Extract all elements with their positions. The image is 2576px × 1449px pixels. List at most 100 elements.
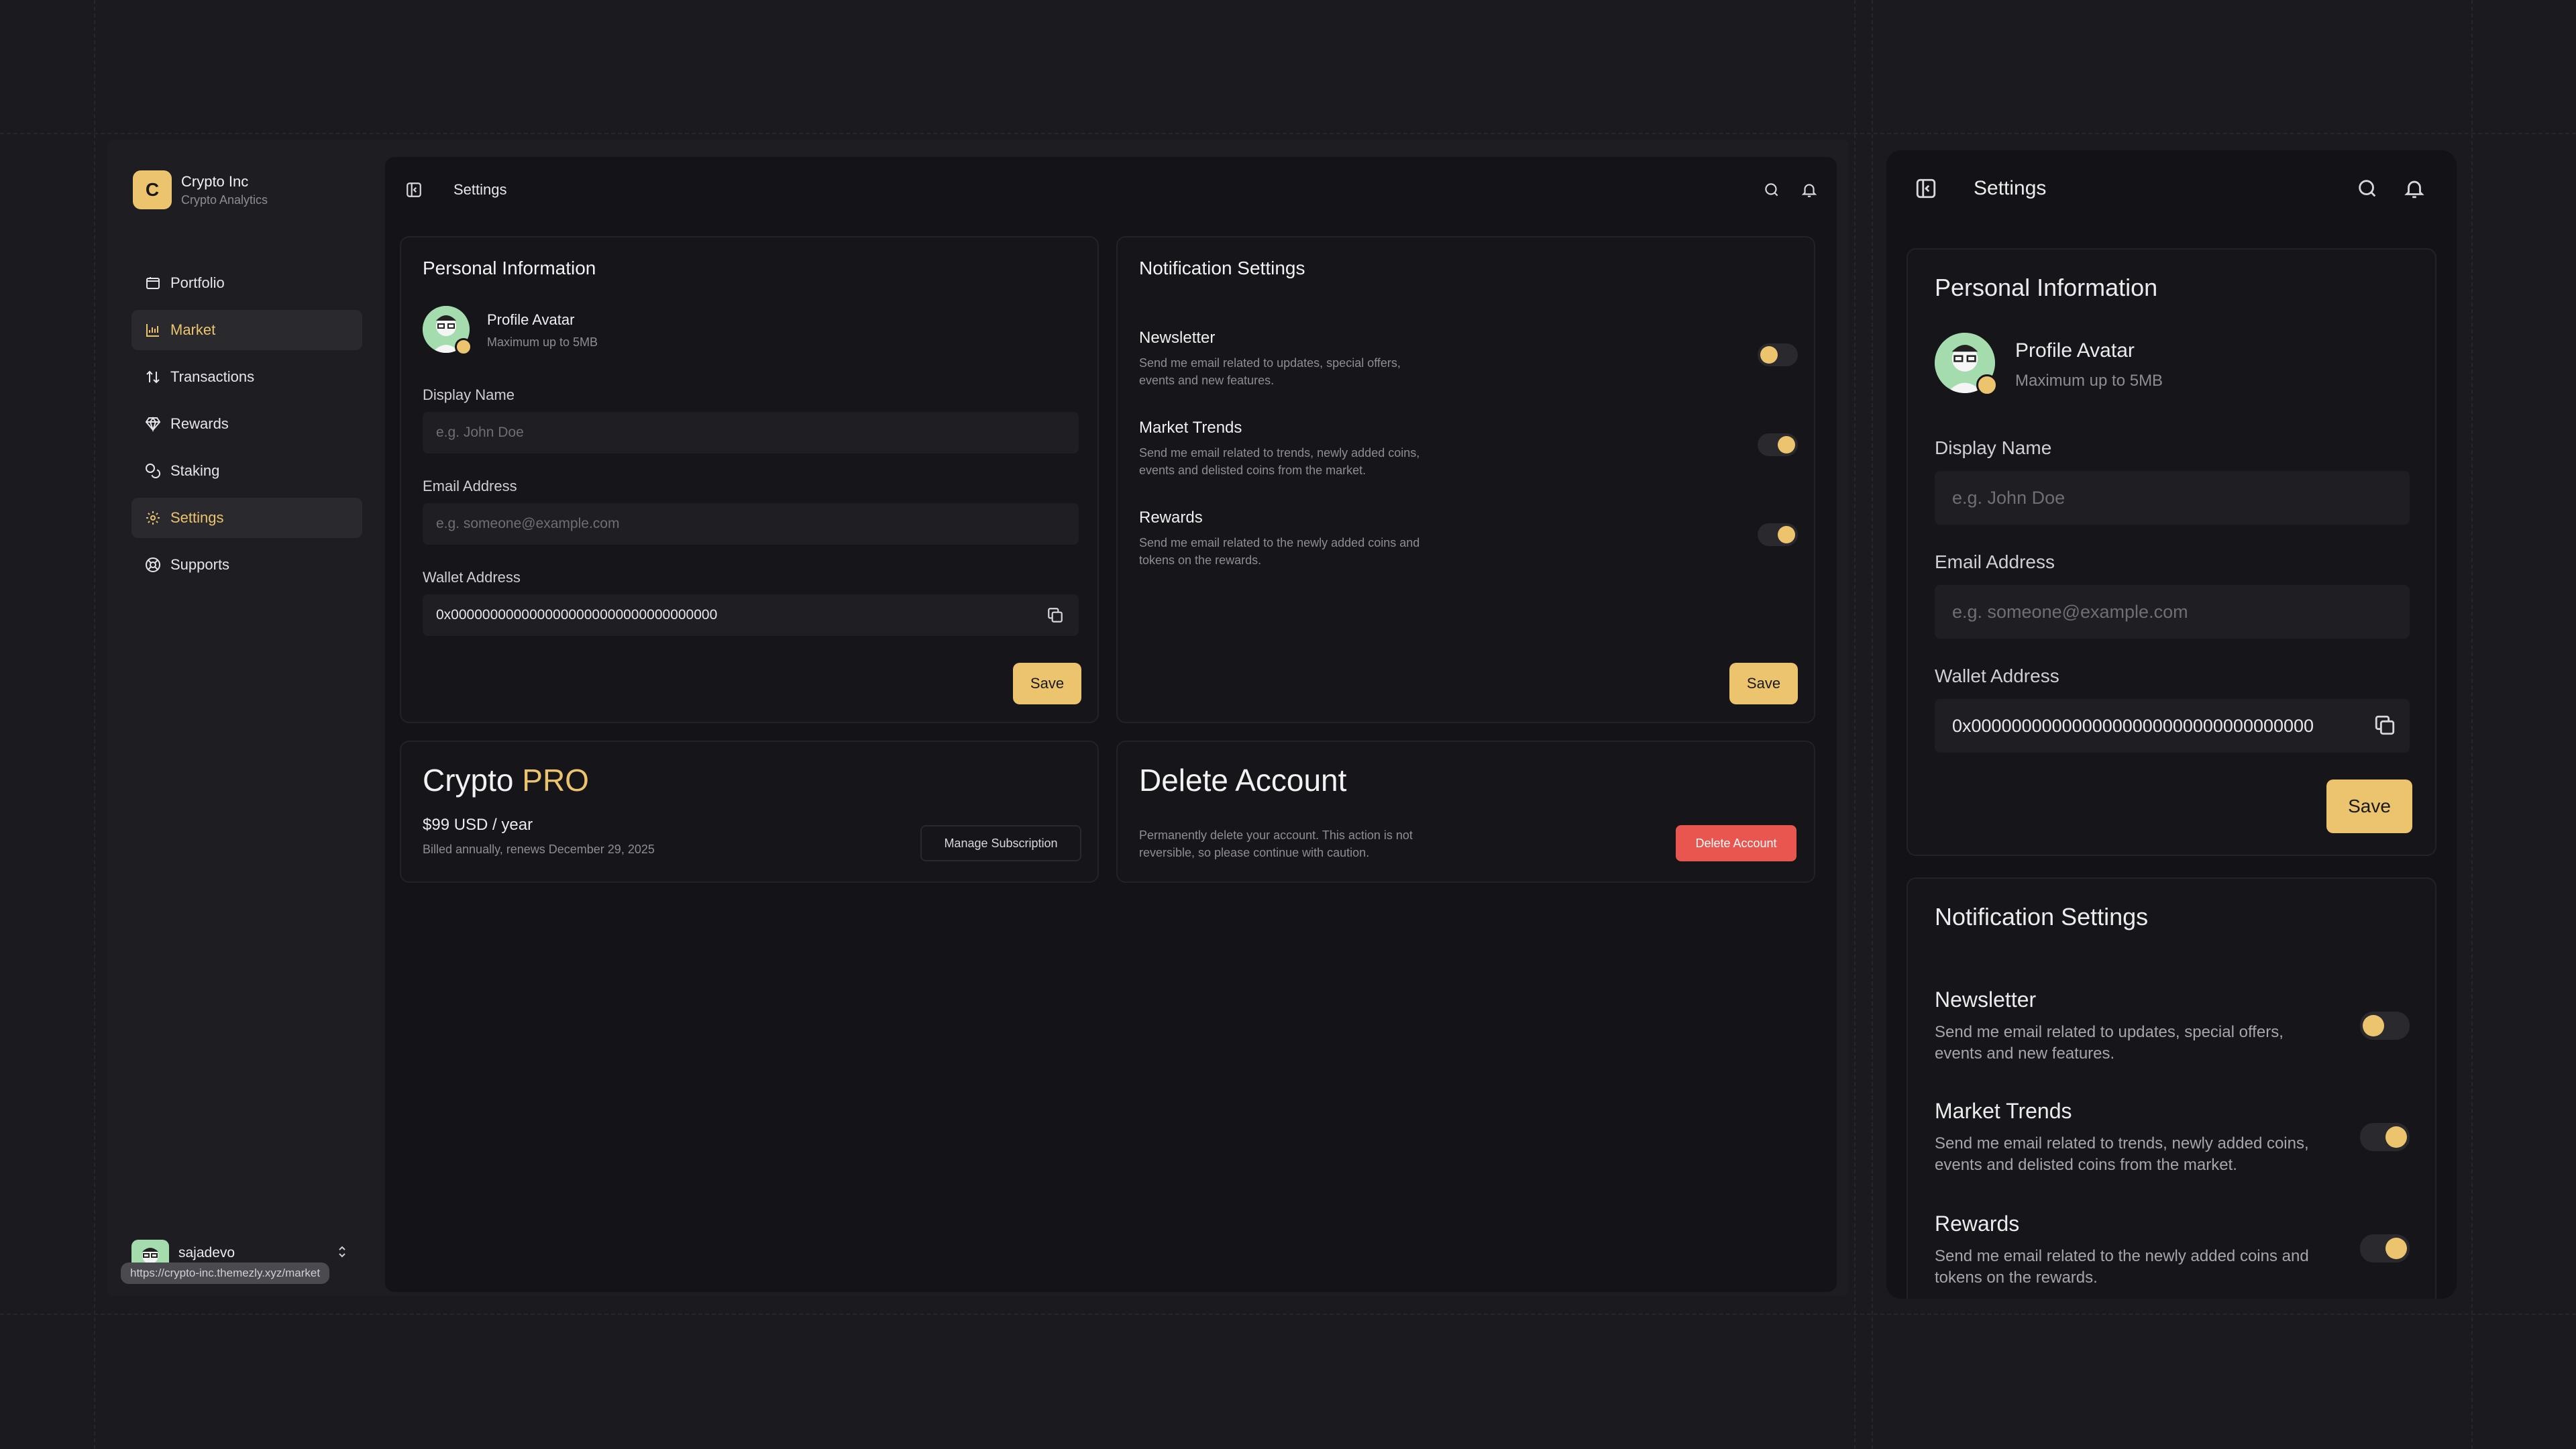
delete-title: Delete Account xyxy=(1139,763,1347,798)
avatar-hint: Maximum up to 5MB xyxy=(487,335,598,349)
save-button[interactable]: Save xyxy=(1729,663,1798,704)
sidebar-nav: Portfolio Market Transactions Rewards St… xyxy=(131,263,362,592)
notification-desc: tokens on the rewards. xyxy=(1139,553,1262,567)
edit-avatar-icon[interactable] xyxy=(1976,374,1998,396)
toggle-knob xyxy=(2363,1015,2384,1036)
layout-guide xyxy=(2471,0,2473,1449)
rewards-toggle[interactable] xyxy=(1758,523,1798,546)
newsletter-toggle[interactable] xyxy=(2360,1012,2410,1040)
personal-information-card: Personal Information Profile Avatar Maxi… xyxy=(400,236,1099,723)
notification-title: Rewards xyxy=(1935,1212,2020,1236)
desktop-app-window: C Crypto Inc Crypto Analytics Portfolio … xyxy=(107,140,1849,1296)
notification-title: Market Trends xyxy=(1139,419,1242,437)
search-icon[interactable] xyxy=(2356,177,2379,200)
lifebuoy-icon xyxy=(146,557,160,572)
layout-guide xyxy=(94,0,95,1449)
email-input[interactable]: e.g. someone@example.com xyxy=(423,503,1079,545)
notification-desc: Send me email related to trends, newly a… xyxy=(1935,1134,2309,1152)
save-button[interactable]: Save xyxy=(1013,663,1081,704)
newsletter-toggle[interactable] xyxy=(1758,343,1798,366)
notification-desc: Send me email related to updates, specia… xyxy=(1935,1023,2284,1041)
search-icon[interactable] xyxy=(1763,181,1780,199)
rewards-toggle[interactable] xyxy=(2360,1234,2410,1263)
card-title: Notification Settings xyxy=(1935,903,2149,930)
sidebar-item-staking[interactable]: Staking xyxy=(131,451,362,491)
sidebar-item-label: Settings xyxy=(170,509,224,526)
sidebar-item-transactions[interactable]: Transactions xyxy=(131,357,362,397)
sidebar-item-label: Portfolio xyxy=(170,274,225,291)
copy-icon[interactable] xyxy=(2373,714,2396,737)
bell-icon[interactable] xyxy=(2403,177,2426,200)
notification-item-newsletter: Newsletter Send me email related to upda… xyxy=(1935,987,2284,1065)
delete-desc: reversible, so please continue with caut… xyxy=(1139,846,1370,859)
arrows-icon xyxy=(146,370,160,384)
display-name-label: Display Name xyxy=(1935,437,2052,458)
notification-title: Market Trends xyxy=(1935,1099,2072,1123)
sidebar-item-rewards[interactable]: Rewards xyxy=(131,404,362,444)
notification-desc: tokens on the rewards. xyxy=(1935,1269,2098,1287)
avatar-hint: Maximum up to 5MB xyxy=(2015,372,2163,390)
wallet-address-input[interactable]: 0x0000000000000000000000000000000000 xyxy=(423,594,1079,636)
manage-subscription-button[interactable]: Manage Subscription xyxy=(920,825,1081,861)
save-button[interactable]: Save xyxy=(2326,780,2412,833)
notification-settings-card: Notification Settings Newsletter Send me… xyxy=(1907,877,2436,1299)
notification-item-rewards: Rewards Send me email related to the new… xyxy=(1935,1212,2309,1289)
market-trends-toggle[interactable] xyxy=(2360,1123,2410,1151)
sidebar-toggle-icon[interactable] xyxy=(1915,177,1937,200)
sidebar-item-portfolio[interactable]: Portfolio xyxy=(131,263,362,303)
notification-desc: Send me email related to the newly added… xyxy=(1935,1247,2309,1265)
toggle-knob xyxy=(1778,526,1795,543)
layout-guide xyxy=(0,133,2576,134)
coins-icon xyxy=(146,464,160,478)
wallet-label: Wallet Address xyxy=(423,569,521,586)
sidebar-toggle-icon[interactable] xyxy=(405,181,423,199)
status-url-tooltip: https://crypto-inc.themezly.xyz/market xyxy=(121,1263,330,1284)
sidebar-item-label: Staking xyxy=(170,462,220,479)
delete-account-card: Delete Account Permanently delete your a… xyxy=(1116,741,1815,883)
user-name: sajadevo xyxy=(178,1245,235,1260)
brand-name: Crypto Inc xyxy=(181,172,249,190)
gear-icon xyxy=(146,511,160,525)
sidebar-item-settings[interactable]: Settings xyxy=(131,498,362,538)
topbar: Settings xyxy=(385,157,1837,221)
pro-billing: Billed annually, renews December 29, 202… xyxy=(423,843,655,856)
pro-title-accent: PRO xyxy=(522,763,589,798)
personal-information-card: Personal Information Profile Avatar Maxi… xyxy=(1907,248,2436,856)
card-title: Personal Information xyxy=(1935,274,2158,301)
notification-item-market-trends: Market Trends Send me email related to t… xyxy=(1935,1099,2309,1176)
brand[interactable]: C Crypto Inc Crypto Analytics xyxy=(133,170,268,209)
main-content: Settings Personal Information Profile Av… xyxy=(385,157,1837,1292)
avatar-title: Profile Avatar xyxy=(2015,339,2135,362)
sidebar-item-label: Market xyxy=(170,321,216,338)
email-label: Email Address xyxy=(1935,551,2055,572)
bell-icon[interactable] xyxy=(1801,181,1818,199)
toggle-knob xyxy=(2385,1126,2407,1148)
card-title: Personal Information xyxy=(423,258,596,278)
wallet-address-value: 0x0000000000000000000000000000000000 xyxy=(1952,715,2314,736)
page-title: Settings xyxy=(1974,177,2047,199)
profile-avatar[interactable] xyxy=(1935,333,1998,396)
edit-avatar-icon[interactable] xyxy=(455,338,472,356)
toggle-knob xyxy=(2385,1238,2407,1259)
copy-icon[interactable] xyxy=(1046,606,1064,624)
email-label: Email Address xyxy=(423,478,517,494)
display-name-input[interactable]: e.g. John Doe xyxy=(1935,471,2410,525)
wallet-address-value: 0x0000000000000000000000000000000000 xyxy=(436,607,718,623)
delete-account-button[interactable]: Delete Account xyxy=(1676,825,1796,861)
wallet-address-input[interactable]: 0x0000000000000000000000000000000000 xyxy=(1935,699,2410,753)
notification-item-market-trends: Market Trends Send me email related to t… xyxy=(1139,419,1419,479)
notification-desc: Send me email related to trends, newly a… xyxy=(1139,446,1420,460)
wallet-label: Wallet Address xyxy=(1935,665,2059,686)
sidebar-item-supports[interactable]: Supports xyxy=(131,545,362,585)
notification-desc: events and new features. xyxy=(1935,1044,2115,1063)
pro-price: $99 USD / year xyxy=(423,816,533,834)
sidebar-item-market[interactable]: Market xyxy=(131,310,362,350)
profile-avatar[interactable] xyxy=(423,306,472,356)
layout-guide xyxy=(0,1313,2576,1315)
market-trends-toggle[interactable] xyxy=(1758,433,1798,456)
toggle-knob xyxy=(1778,436,1795,453)
notification-desc: events and delisted coins from the marke… xyxy=(1139,464,1366,477)
pro-title: Crypto PRO xyxy=(423,762,589,798)
email-input[interactable]: e.g. someone@example.com xyxy=(1935,585,2410,639)
display-name-input[interactable]: e.g. John Doe xyxy=(423,412,1079,453)
